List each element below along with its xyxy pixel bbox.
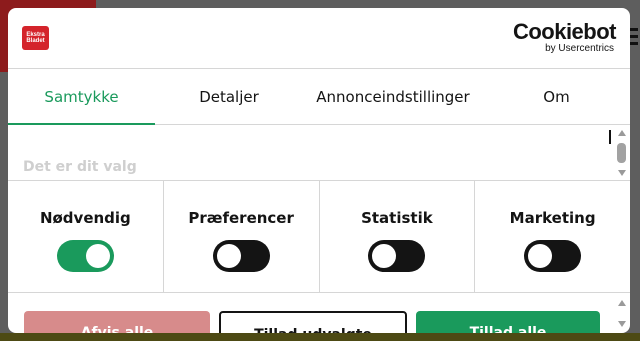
switch-knob (85, 244, 110, 268)
toggle-label: Marketing (509, 209, 596, 227)
consent-toggles: Nødvendig Præferencer Statistik Marketin… (8, 181, 630, 293)
text-cursor (609, 130, 611, 144)
toggle-statistics: Statistik (320, 181, 476, 292)
scroll-up-arrow-icon[interactable] (618, 300, 626, 306)
toggle-label: Statistik (361, 209, 433, 227)
scroll-up-arrow-icon[interactable] (618, 130, 626, 136)
consent-content: Det er dit valg (8, 125, 630, 181)
cookiebot-name: Cookiebot (512, 19, 617, 44)
deny-all-button[interactable]: Afvis alle (24, 311, 210, 333)
scroll-down-arrow-icon[interactable] (618, 170, 626, 176)
hamburger-icon (630, 28, 638, 48)
button-scrollbar[interactable] (614, 293, 630, 333)
preferences-switch[interactable] (212, 240, 270, 272)
toggle-marketing: Marketing (475, 181, 630, 292)
scroll-down-arrow-icon[interactable] (618, 321, 626, 327)
toggle-label: Nødvendig (39, 209, 131, 227)
ekstra-bladet-logo: Ekstra Bladet (22, 26, 49, 50)
cookiebot-logo[interactable]: Cookiebot by Usercentrics (512, 19, 617, 55)
section-heading: Det er dit valg (23, 159, 137, 175)
allow-selection-button[interactable]: Tillad udvalgte (219, 311, 407, 333)
logo-text-line2: Bladet (26, 38, 45, 44)
statistics-switch[interactable] (368, 240, 426, 272)
toggle-label: Præferencer (188, 209, 294, 227)
button-bar: Afvis alle Tillad udvalgte Tillad alle (8, 293, 630, 333)
necessary-switch[interactable] (56, 240, 114, 272)
marketing-switch[interactable] (524, 240, 582, 272)
tab-bar: Samtykke Detaljer Annonceindstillinger O… (8, 69, 630, 125)
switch-knob (216, 244, 241, 268)
tab-annonceindstillinger[interactable]: Annonceindstillinger (303, 69, 483, 124)
dialog-header: Ekstra Bladet Cookiebot by Usercentrics (8, 8, 630, 69)
cookiebot-sub: by Usercentrics (545, 43, 614, 54)
toggle-necessary: Nødvendig (8, 181, 164, 292)
allow-all-button[interactable]: Tillad alle (416, 311, 600, 333)
toggle-preferences: Præferencer (164, 181, 320, 292)
tab-samtykke[interactable]: Samtykke (8, 69, 155, 125)
switch-knob (528, 244, 553, 268)
scroll-thumb[interactable] (617, 143, 626, 163)
background-footer (0, 333, 640, 341)
tab-om[interactable]: Om (483, 69, 630, 124)
cookie-consent-dialog: Ekstra Bladet Cookiebot by Usercentrics … (8, 8, 630, 333)
tab-detaljer[interactable]: Detaljer (155, 69, 303, 124)
switch-knob (372, 244, 397, 268)
content-scrollbar[interactable] (614, 125, 630, 181)
